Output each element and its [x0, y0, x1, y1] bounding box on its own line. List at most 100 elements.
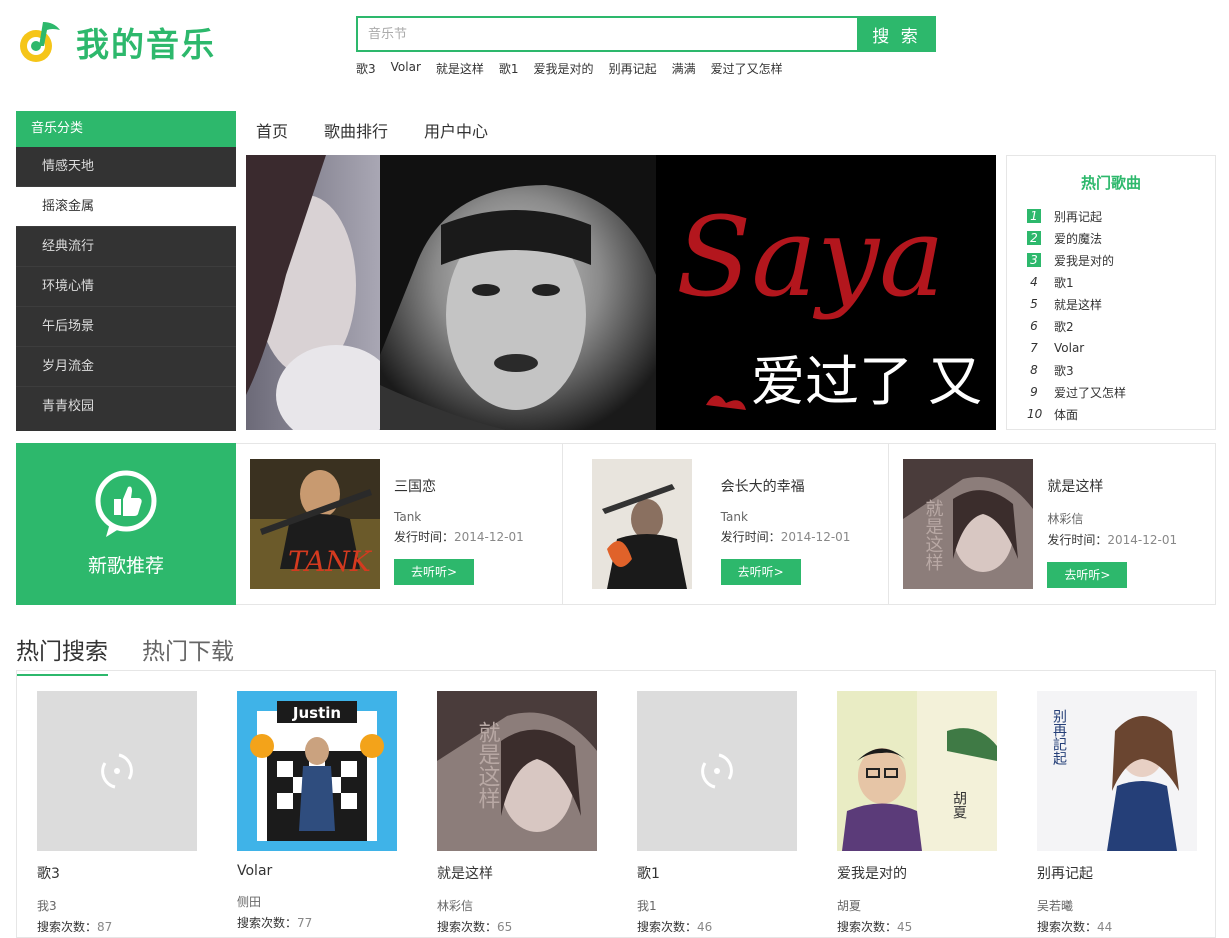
category-item[interactable]: 经典流行 [16, 227, 236, 267]
hot-word-link[interactable]: 歌3 [356, 60, 376, 77]
release-date: 2014-12-01 [454, 530, 524, 544]
search-button[interactable]: 搜 索 [857, 16, 936, 52]
hot-song-row[interactable]: 6 歌2 [1007, 315, 1215, 337]
song-title[interactable]: 会长大的幸福 [721, 476, 851, 496]
music-note-icon [20, 22, 60, 62]
search-count-label: 搜索次数： [837, 920, 898, 934]
song-artist[interactable]: 侧田 [237, 893, 397, 910]
album-cover[interactable]: 胡夏 [837, 691, 997, 851]
hot-song-row[interactable]: 5 就是这样 [1007, 293, 1215, 315]
hot-word-link[interactable]: Volar [391, 60, 421, 77]
hot-song-row[interactable]: 7 Volar [1007, 337, 1215, 359]
song-artist[interactable]: 林彩信 [1047, 510, 1177, 527]
song-name[interactable]: 爱的魔法 [1054, 230, 1102, 247]
song-name[interactable]: 爱过了又怎样 [1054, 384, 1126, 401]
song-card[interactable]: 歌1 我1 搜索次数：46 [637, 691, 797, 935]
song-name[interactable]: 体面 [1054, 406, 1078, 423]
song-name[interactable]: 爱我是对的 [1054, 252, 1114, 269]
song-name[interactable]: 歌3 [1054, 362, 1074, 379]
song-name[interactable]: 歌3 [37, 863, 197, 883]
nav-ranking[interactable]: 歌曲排行 [324, 118, 388, 142]
song-name[interactable]: Volar [237, 863, 397, 879]
hot-word-link[interactable]: 别再记起 [609, 60, 657, 77]
song-artist[interactable]: 我3 [37, 897, 197, 914]
hot-word-link[interactable]: 歌1 [499, 60, 519, 77]
listen-button[interactable]: 去听听> [1047, 562, 1128, 588]
placeholder-cover[interactable] [37, 691, 197, 851]
song-card[interactable]: 别再記起 别再记起 吴若曦 搜索次数：44 [1037, 691, 1197, 935]
site-logo[interactable]: 我的音乐 [16, 18, 216, 66]
song-name[interactable]: 爱我是对的 [837, 863, 997, 883]
search-count-label: 搜索次数： [237, 916, 298, 930]
hot-word-link[interactable]: 就是这样 [436, 60, 484, 77]
song-title[interactable]: 三国恋 [394, 476, 524, 496]
nav-home[interactable]: 首页 [256, 118, 288, 142]
song-name[interactable]: 歌1 [1054, 274, 1074, 291]
rank-number: 8 [1030, 363, 1038, 377]
album-cover[interactable]: 别再記起 [1037, 691, 1197, 851]
hot-song-row[interactable]: 8 歌3 [1007, 359, 1215, 381]
hot-song-row[interactable]: 9 爱过了又怎样 [1007, 381, 1215, 403]
album-cover-text: Justin [292, 704, 341, 722]
hot-songs-title: 热门歌曲 [1080, 174, 1141, 192]
banner-carousel[interactable]: Saya 爱过了 又 [246, 155, 996, 430]
hot-word-link[interactable]: 爱我是对的 [534, 60, 594, 77]
category-item[interactable]: 青青校园 [16, 387, 236, 427]
hot-song-row[interactable]: 2 爱的魔法 [1007, 227, 1215, 249]
placeholder-cover[interactable] [637, 691, 797, 851]
new-songs-list: TANK 三国恋 Tank 发行时间： 2014-12-01 去听听> 会长大的幸… [236, 443, 1216, 605]
search-count-label: 搜索次数： [437, 920, 498, 934]
song-name[interactable]: 就是这样 [437, 863, 597, 883]
search-count: 87 [97, 920, 113, 934]
song-name[interactable]: 歌1 [637, 863, 797, 883]
nav-user-center[interactable]: 用户中心 [424, 118, 488, 142]
search-input[interactable] [356, 16, 857, 52]
hot-word-link[interactable]: 满满 [672, 60, 696, 77]
search-count: 45 [897, 920, 913, 934]
hot-song-row[interactable]: 3 爱我是对的 [1007, 249, 1215, 271]
banner-script-text: Saya [676, 193, 945, 321]
song-artist[interactable]: 胡夏 [837, 897, 997, 914]
hot-song-row[interactable]: 1 别再记起 [1007, 205, 1215, 227]
song-name[interactable]: 歌2 [1054, 318, 1074, 335]
album-cover[interactable]: Justin [237, 691, 397, 851]
song-artist[interactable]: 吴若曦 [1037, 897, 1197, 914]
song-card[interactable]: Justin Volar 侧田 搜索次数：77 [237, 691, 397, 931]
album-cover[interactable] [576, 459, 707, 589]
rank-number: 6 [1030, 319, 1038, 333]
song-card[interactable]: 胡夏 爱我是对的 胡夏 搜索次数：45 [837, 691, 997, 935]
album-cover[interactable]: 就是这样 [437, 691, 597, 851]
rank-number: 7 [1030, 341, 1038, 355]
release-date-label: 发行时间： [1047, 533, 1108, 547]
category-sidebar: 音乐分类 情感天地 摇滚金属 经典流行 环境心情 午后场景 岁月流金 青青校园 [16, 111, 236, 431]
category-item[interactable]: 岁月流金 [16, 347, 236, 387]
album-cover[interactable]: 就是这样 [903, 459, 1034, 589]
category-item[interactable]: 情感天地 [16, 147, 236, 187]
song-title[interactable]: 就是这样 [1047, 476, 1177, 496]
album-cover-text: 就是这样 [923, 499, 944, 571]
song-card[interactable]: 就是这样 就是这样 林彩信 搜索次数：65 [437, 691, 597, 935]
song-artist[interactable]: 我1 [637, 897, 797, 914]
new-songs-title: 新歌推荐 [87, 555, 164, 577]
song-card[interactable]: 歌3 我3 搜索次数：87 [37, 691, 197, 935]
listen-button[interactable]: 去听听> [394, 559, 474, 585]
thumbs-up-icon [95, 470, 157, 537]
song-name[interactable]: 别再记起 [1037, 863, 1197, 883]
hot-song-row[interactable]: 4 歌1 [1007, 271, 1215, 293]
rank-badge: 3 [1027, 253, 1041, 267]
rank-badge: 1 [1027, 209, 1041, 223]
hot-word-link[interactable]: 爱过了又怎样 [711, 60, 783, 77]
search-count-label: 搜索次数： [37, 920, 98, 934]
category-item[interactable]: 环境心情 [16, 267, 236, 307]
song-name[interactable]: Volar [1054, 341, 1084, 355]
album-cover[interactable]: TANK [250, 459, 380, 589]
song-name[interactable]: 别再记起 [1054, 208, 1102, 225]
song-artist[interactable]: Tank [721, 510, 851, 524]
category-item[interactable]: 摇滚金属 [16, 187, 236, 227]
song-artist[interactable]: Tank [394, 510, 524, 524]
listen-button[interactable]: 去听听> [720, 559, 801, 585]
song-artist[interactable]: 林彩信 [437, 897, 597, 914]
song-name[interactable]: 就是这样 [1054, 296, 1102, 313]
category-item[interactable]: 午后场景 [16, 307, 236, 347]
hot-song-row[interactable]: 10 体面 [1007, 403, 1215, 425]
